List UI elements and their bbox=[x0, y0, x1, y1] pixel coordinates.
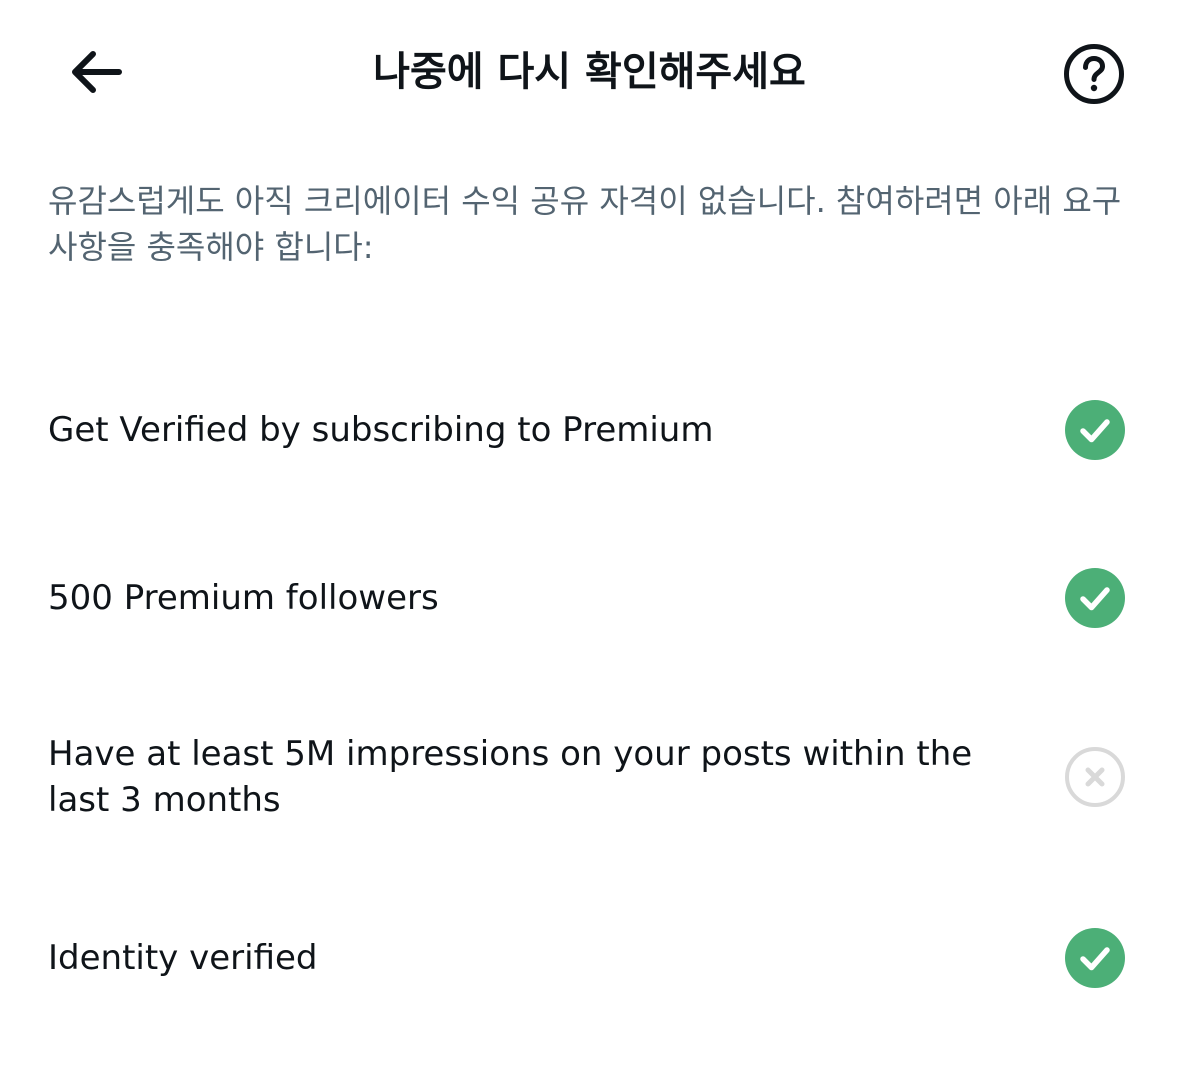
x-circle-icon bbox=[1065, 747, 1125, 807]
requirement-item-identity: Identity verified bbox=[0, 908, 1179, 1008]
requirement-label: Have at least 5M impressions on your pos… bbox=[48, 734, 973, 820]
ineligibility-description: 유감스럽게도 아직 크리에이터 수익 공유 자격이 없습니다. 참여하려면 아래… bbox=[48, 182, 1122, 266]
requirement-label: Get Verified by subscribing to Premium bbox=[48, 410, 714, 450]
help-button[interactable] bbox=[1060, 42, 1128, 106]
requirement-item-premium: Get Verified by subscribing to Premium bbox=[0, 380, 1179, 480]
top-bar: 나중에 다시 확인해주세요 bbox=[0, 0, 1179, 145]
page-title: 나중에 다시 확인해주세요 bbox=[373, 49, 806, 95]
requirement-label: Identity verified bbox=[48, 938, 318, 978]
question-circle-icon bbox=[1064, 44, 1124, 104]
check-circle-icon bbox=[1065, 928, 1125, 988]
check-circle-icon bbox=[1065, 400, 1125, 460]
arrow-left-icon bbox=[72, 51, 122, 93]
back-button[interactable] bbox=[60, 40, 132, 104]
requirement-item-impressions: Have at least 5M impressions on your pos… bbox=[0, 715, 1179, 835]
requirement-label: 500 Premium followers bbox=[48, 578, 439, 618]
check-circle-icon bbox=[1065, 568, 1125, 628]
requirement-item-followers: 500 Premium followers bbox=[0, 548, 1179, 648]
